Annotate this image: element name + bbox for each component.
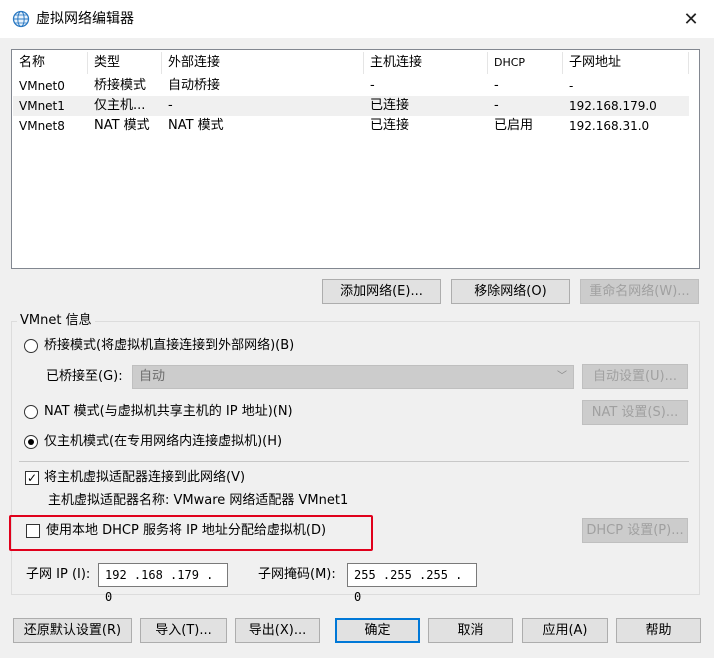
column-header-subnet[interactable]: 子网地址 — [563, 52, 689, 74]
table-row[interactable]: VMnet8 NAT 模式 NAT 模式 已连接 已启用 192.168.31.… — [13, 116, 689, 136]
close-button[interactable]: ✕ — [676, 6, 706, 32]
cell-type: 桥接模式 — [94, 78, 147, 93]
nat-mode-label[interactable]: NAT 模式(与虚拟机共享主机的 IP 地址)(N) — [44, 403, 293, 421]
nat-settings-button[interactable]: NAT 设置(S)... — [582, 400, 688, 425]
bridged-to-value: 自动 — [139, 369, 166, 384]
chevron-down-icon: ﹀ — [557, 371, 567, 382]
network-list[interactable]: 名称 类型 外部连接 主机连接 DHCP 子网地址 VMnet0 桥接模式 自动… — [11, 49, 700, 269]
connect-adapter-checkbox[interactable]: ✓ — [25, 471, 39, 485]
checkmark-icon: ✓ — [26, 471, 38, 485]
nat-mode-radio[interactable] — [24, 405, 38, 419]
column-header-name[interactable]: 名称 — [13, 52, 88, 74]
table-row-selected[interactable]: VMnet1 仅主机... - 已连接 - 192.168.179.0 — [13, 96, 689, 116]
column-header-dhcp[interactable]: DHCP — [488, 52, 563, 74]
cell-name: VMnet0 — [19, 79, 65, 93]
rename-network-button[interactable]: 重命名网络(W)... — [580, 279, 699, 304]
auto-settings-button[interactable]: 自动设置(U)... — [582, 364, 688, 389]
export-button[interactable]: 导出(X)... — [235, 618, 320, 643]
close-icon: ✕ — [683, 8, 699, 30]
cell-subnet: 192.168.179.0 — [569, 99, 657, 113]
subnet-mask-label: 子网掩码(M): — [258, 567, 336, 582]
subnet-mask-field[interactable]: 255 .255 .255 . 0 — [347, 563, 477, 604]
host-only-mode-label[interactable]: 仅主机模式(在专用网络内连接虚拟机)(H) — [44, 433, 282, 451]
add-network-button[interactable]: 添加网络(E)... — [322, 279, 441, 304]
cell-external: 自动桥接 — [168, 78, 221, 93]
network-globe-icon — [12, 10, 30, 28]
cell-subnet: 192.168.31.0 — [569, 119, 650, 133]
radio-selected-dot — [28, 439, 34, 445]
bridged-to-label: 已桥接至(G): — [46, 369, 123, 384]
host-only-mode-radio[interactable] — [24, 435, 38, 449]
bridged-to-select[interactable]: 自动 ﹀ — [132, 365, 574, 389]
cell-name: VMnet8 — [19, 119, 65, 133]
import-button[interactable]: 导入(T)... — [140, 618, 227, 643]
connect-adapter-label[interactable]: 将主机虚拟适配器连接到此网络(V) — [44, 469, 245, 487]
column-header-external[interactable]: 外部连接 — [162, 52, 364, 74]
subnet-ip-field[interactable]: 192 .168 .179 . 0 — [98, 563, 228, 604]
dhcp-settings-button[interactable]: DHCP 设置(P)... — [582, 518, 688, 543]
cell-type: 仅主机... — [94, 98, 146, 113]
divider — [19, 461, 689, 462]
table-row[interactable]: VMnet0 桥接模式 自动桥接 - - - — [13, 76, 689, 96]
cell-dhcp: - — [494, 78, 499, 93]
cell-dhcp: 已启用 — [494, 118, 534, 133]
cell-host: 已连接 — [370, 118, 410, 133]
restore-defaults-button[interactable]: 还原默认设置(R) — [13, 618, 132, 643]
adapter-name-text: 主机虚拟适配器名称: VMware 网络适配器 VMnet1 — [48, 493, 349, 508]
column-header-type[interactable]: 类型 — [88, 52, 162, 74]
vmnet-info-group — [11, 321, 700, 595]
column-header-host[interactable]: 主机连接 — [364, 52, 488, 74]
cell-host: - — [370, 78, 375, 93]
bridged-mode-radio[interactable] — [24, 339, 38, 353]
remove-network-button[interactable]: 移除网络(O) — [451, 279, 570, 304]
subnet-ip-label: 子网 IP (I): — [26, 567, 91, 582]
vmnet-info-legend: VMnet 信息 — [17, 313, 95, 329]
highlight-box — [9, 515, 373, 551]
cell-external: - — [168, 98, 173, 113]
apply-button[interactable]: 应用(A) — [522, 618, 608, 643]
cell-dhcp: - — [494, 98, 499, 113]
cell-external: NAT 模式 — [168, 118, 224, 133]
window-title: 虚拟网络编辑器 — [36, 11, 134, 27]
cell-host: 已连接 — [370, 98, 410, 113]
cancel-button[interactable]: 取消 — [428, 618, 513, 643]
cell-subnet: - — [569, 79, 574, 93]
cell-type: NAT 模式 — [94, 118, 150, 133]
cell-name: VMnet1 — [19, 99, 65, 113]
help-button[interactable]: 帮助 — [616, 618, 701, 643]
ok-button[interactable]: 确定 — [335, 618, 420, 643]
bridged-mode-label[interactable]: 桥接模式(将虚拟机直接连接到外部网络)(B) — [44, 337, 294, 355]
